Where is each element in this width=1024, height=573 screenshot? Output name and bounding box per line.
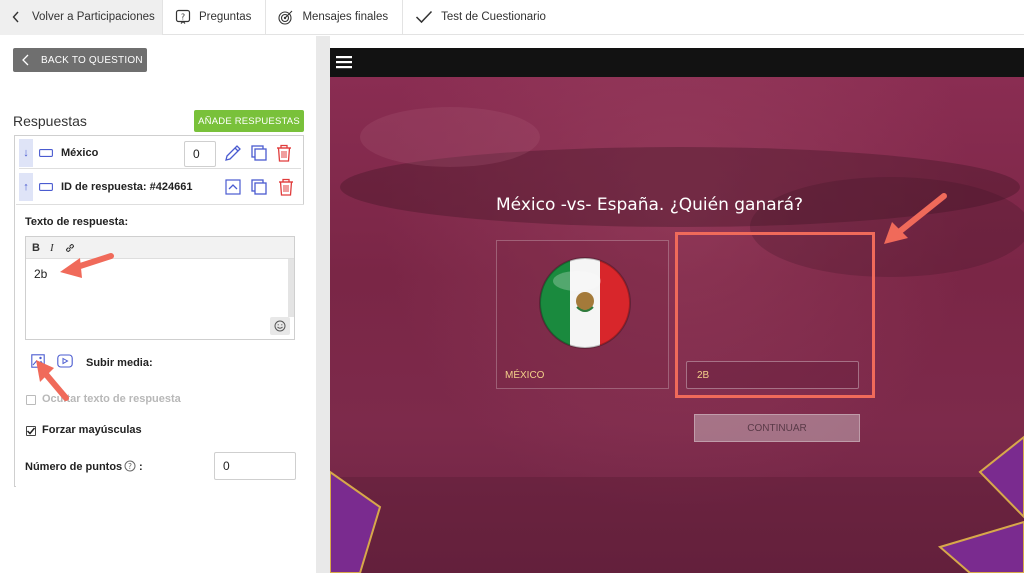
annotation-arrow-text [60,253,114,278]
highlight-box [675,232,875,398]
svg-text:?: ? [128,462,132,471]
question-bubble-icon: ? [175,9,191,25]
hamburger-menu-icon[interactable] [336,55,352,69]
points-colon: : [139,461,143,473]
tab-test-cuestionario-label: Test de Cuestionario [441,11,546,23]
annotation-arrow-image [36,360,69,401]
move-up-button[interactable]: ↑ [19,173,33,201]
tab-mensajes-finales-label: Mensajes finales [302,11,389,23]
back-to-participations-label: Volver a Participaciones [32,11,155,23]
tab-preguntas[interactable]: ? Preguntas [163,0,267,35]
chevron-left-icon [12,11,20,23]
emoji-icon[interactable] [270,317,290,335]
svg-text:?: ? [181,13,185,22]
answer-text-label: Texto de respuesta: [25,216,129,228]
editor-scrollbar[interactable] [288,259,294,317]
continue-button[interactable]: CONTINUAR [694,414,860,442]
input-field-icon [39,183,53,191]
arrow-up-icon: ↑ [23,181,29,193]
points-label: Número de puntos [25,461,123,473]
duplicate-icon[interactable] [249,143,269,163]
back-to-question-label: BACK TO QUESTION [41,54,143,66]
trash-icon[interactable] [275,143,293,163]
answer-option-mexico[interactable]: MÉXICO [496,240,669,389]
input-field-icon [39,148,53,157]
target-icon [278,9,294,25]
force-uppercase-checkbox[interactable] [26,426,36,436]
panel-divider [316,36,330,573]
force-uppercase-label: Forzar mayúsculas [42,424,142,436]
trash-icon[interactable] [277,177,295,197]
answers-list: ↓ México 0 ↑ ID de respuesta: #424661 Te… [14,135,304,487]
add-answer-button[interactable]: AÑADE RESPUESTAS [194,110,304,132]
help-icon[interactable]: ? [124,460,136,472]
answer-row-expanded: ↑ ID de respuesta: #424661 [19,171,301,203]
annotation-arrow-right [884,193,947,244]
back-to-participations-button[interactable]: Volver a Participaciones [0,0,163,35]
chevron-left-icon [22,54,29,66]
check-icon [415,10,433,24]
mexico-flag-icon [539,257,631,349]
tab-preguntas-label: Preguntas [199,11,252,23]
answer-id-label: ID de respuesta: #424661 [61,181,193,193]
move-down-button[interactable]: ↓ [19,138,33,167]
duplicate-icon[interactable] [249,177,269,197]
answers-title: Respuestas [13,113,87,129]
tab-mensajes-finales[interactable]: Mensajes finales [266,0,404,35]
option-mexico-label: MÉXICO [505,370,545,381]
answer-label: México [61,146,99,159]
arrow-down-icon: ↓ [23,146,29,159]
preview-topbar [330,48,1024,77]
question-text: México -vs- España. ¿Quién ganará? [496,195,804,215]
back-to-question-button[interactable]: BACK TO QUESTION [13,48,147,72]
upload-media-label: Subir media: [86,357,153,369]
top-navigation: Volver a Participaciones ? Preguntas Men… [0,0,1024,35]
points-input[interactable]: 0 [214,452,296,480]
answer-text-value[interactable]: 2b [34,267,47,281]
answer-row-mexico: ↓ México 0 [19,137,301,169]
answer-points-input[interactable]: 0 [184,141,216,167]
answer-detail: Texto de respuesta: B I 2b Subir media: … [16,204,304,487]
collapse-icon[interactable] [225,179,241,195]
pencil-icon[interactable] [223,143,243,163]
tab-test-cuestionario[interactable]: Test de Cuestionario [403,0,560,35]
italic-button[interactable]: I [50,242,54,254]
bold-button[interactable]: B [32,242,40,254]
answer-editor-panel: BACK TO QUESTION Respuestas AÑADE RESPUE… [0,36,318,573]
